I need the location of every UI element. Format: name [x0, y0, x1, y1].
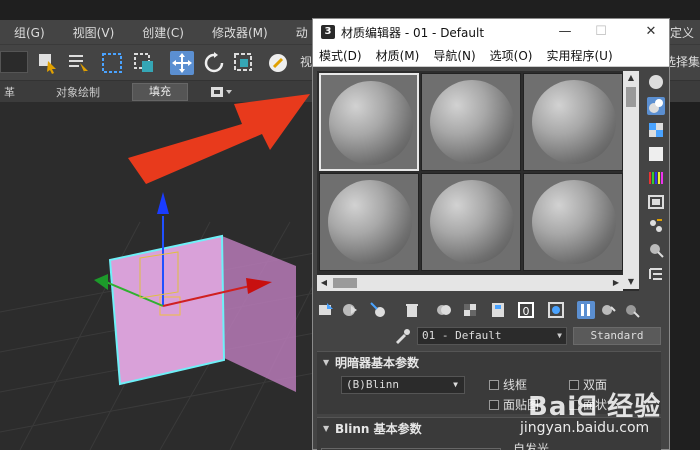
- material-type-button[interactable]: Standard: [573, 327, 661, 345]
- shader-type-value: (B)Blinn: [346, 378, 399, 391]
- sphere-icon: [328, 180, 412, 264]
- menu-view[interactable]: 视图(V): [59, 24, 129, 41]
- svg-text:0: 0: [523, 305, 530, 318]
- maximize-button[interactable]: ☐: [583, 19, 619, 45]
- slots-vertical-scrollbar[interactable]: ▲ ▼: [623, 71, 639, 289]
- menu-utilities[interactable]: 实用程序(U): [540, 47, 620, 64]
- material-editor-titlebar[interactable]: 3 材质编辑器 - 01 - Default — ☐ ✕: [313, 19, 669, 45]
- move-icon[interactable]: [170, 51, 194, 75]
- sample-slot-2[interactable]: [421, 73, 521, 171]
- show-shaded-material-icon[interactable]: [547, 301, 565, 319]
- scroll-left-icon[interactable]: ◀: [317, 275, 331, 291]
- y-axis-cone-icon: [94, 274, 108, 290]
- backlight-icon[interactable]: [647, 97, 665, 115]
- material-name-value: 01 - Default: [422, 329, 502, 342]
- eyedropper-icon[interactable]: [393, 327, 411, 345]
- sample-slot-6[interactable]: [523, 173, 623, 271]
- put-to-scene-icon[interactable]: [341, 301, 359, 319]
- sample-uv-icon[interactable]: [647, 145, 665, 163]
- sphere-icon: [430, 80, 514, 164]
- material-id-icon[interactable]: 0: [517, 301, 535, 319]
- shader-basic-rollout-title[interactable]: ▼ 明暗器基本参数: [317, 352, 661, 374]
- ribbon-left-label: 革: [4, 86, 15, 99]
- sample-slot-5[interactable]: [421, 173, 521, 271]
- baidu-logo: Baiᗺ 经验: [528, 392, 662, 422]
- hscroll-thumb[interactable]: [333, 278, 357, 288]
- select-by-material-icon[interactable]: [647, 241, 665, 259]
- sphere-icon: [430, 180, 514, 264]
- menu-options[interactable]: 选项(O): [484, 47, 541, 64]
- make-unique-icon[interactable]: [461, 301, 479, 319]
- shader-basic-title-text: 明暗器基本参数: [335, 356, 420, 370]
- collapse-triangle-icon: ▼: [323, 424, 330, 433]
- sphere-icon: [329, 81, 413, 165]
- side-toolbar: [643, 71, 669, 291]
- close-button[interactable]: ✕: [633, 19, 669, 45]
- options-icon[interactable]: [647, 217, 665, 235]
- scroll-down-icon[interactable]: ▼: [623, 275, 639, 289]
- scroll-thumb[interactable]: [626, 87, 636, 107]
- material-editor-title: 材质编辑器 - 01 - Default: [341, 25, 485, 40]
- sample-slots-area: [317, 71, 639, 291]
- minimize-button[interactable]: —: [547, 19, 583, 45]
- make-copy-icon[interactable]: [435, 301, 453, 319]
- menu-customize[interactable]: 定义: [670, 24, 694, 41]
- toolbar-partial-label: 视: [300, 55, 313, 69]
- select-by-name-icon[interactable]: [66, 51, 90, 75]
- ribbon-object-paint[interactable]: 对象绘制: [56, 84, 100, 100]
- sphere-icon: [532, 180, 616, 264]
- menu-material[interactable]: 材质(M): [370, 47, 428, 64]
- sample-slot-4[interactable]: [319, 173, 419, 271]
- collapse-triangle-icon: ▼: [323, 358, 330, 367]
- place-icon[interactable]: [266, 51, 290, 75]
- video-color-icon[interactable]: [647, 169, 665, 187]
- pink-plane-front: [108, 234, 226, 386]
- put-to-library-icon[interactable]: [489, 301, 507, 319]
- selection-filter-dropdown[interactable]: [0, 51, 28, 73]
- scale-icon[interactable]: [232, 51, 256, 75]
- material-navigator-icon[interactable]: [647, 265, 665, 283]
- sample-slot-3[interactable]: [523, 73, 623, 171]
- chevron-down-icon: ▼: [557, 331, 562, 340]
- scroll-right-icon[interactable]: ▶: [609, 275, 623, 291]
- blinn-basic-title-text: Blinn 基本参数: [335, 422, 422, 436]
- scroll-up-icon[interactable]: ▲: [623, 71, 639, 85]
- menu-navigation[interactable]: 导航(N): [427, 47, 483, 64]
- assign-to-selection-icon[interactable]: [369, 301, 387, 319]
- sample-slot-1[interactable]: [319, 73, 419, 171]
- baidu-jingyan-watermark: Baiᗺ 经验 jingyan.baidu.com: [520, 386, 700, 450]
- pink-plane-back: [222, 236, 296, 392]
- go-forward-to-sibling-icon[interactable]: [623, 301, 641, 319]
- go-to-parent-icon[interactable]: [599, 301, 617, 319]
- menu-group[interactable]: 组(G): [0, 24, 59, 41]
- checker-icon[interactable]: [647, 121, 665, 139]
- menu-mode[interactable]: 模式(D): [313, 47, 370, 64]
- slots-horizontal-scrollbar[interactable]: ◀ ▶: [317, 275, 623, 291]
- menu-modifiers[interactable]: 修改器(M): [198, 24, 282, 41]
- show-end-result-icon[interactable]: [577, 301, 595, 319]
- red-arrow-icon: [128, 94, 310, 184]
- select-object-icon[interactable]: [36, 51, 60, 75]
- reset-icon[interactable]: [403, 301, 421, 319]
- chevron-down-icon: ▼: [453, 380, 458, 389]
- material-name-row: 01 - Default ▼ Standard: [317, 325, 667, 347]
- sample-type-icon[interactable]: [647, 73, 665, 91]
- bottom-toolbar: 0: [317, 297, 667, 323]
- make-preview-icon[interactable]: [647, 193, 665, 211]
- get-material-icon[interactable]: [317, 301, 335, 319]
- max-app-icon: 3: [321, 25, 335, 39]
- menu-create[interactable]: 创建(C): [128, 24, 198, 41]
- window-crossing-icon[interactable]: [132, 51, 156, 75]
- rectangle-selection-icon[interactable]: [100, 51, 124, 75]
- material-name-field[interactable]: 01 - Default ▼: [417, 327, 567, 345]
- rotate-icon[interactable]: [202, 51, 226, 75]
- material-editor-menubar: 模式(D) 材质(M) 导航(N) 选项(O) 实用程序(U): [313, 45, 669, 67]
- watermark-url: jingyan.baidu.com: [520, 420, 650, 436]
- shader-type-select[interactable]: (B)Blinn ▼: [341, 376, 465, 394]
- sphere-icon: [532, 80, 616, 164]
